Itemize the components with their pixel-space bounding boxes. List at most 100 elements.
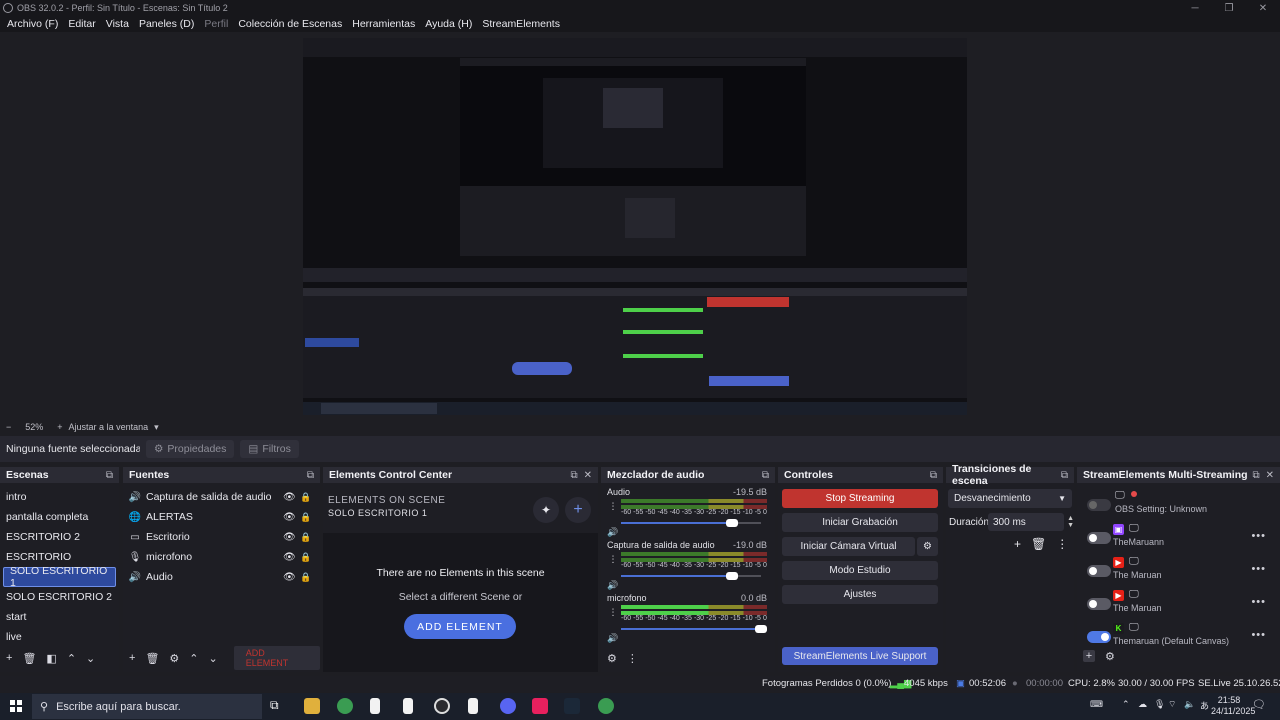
source-item[interactable]: ▭ Escritorio 👁 🔒: [123, 527, 320, 547]
program-preview[interactable]: [303, 38, 967, 415]
chrome-icon[interactable]: [337, 698, 353, 714]
magic-sparkle-icon[interactable]: ✦: [533, 497, 559, 523]
undock-icon[interactable]: ⧉: [762, 470, 769, 481]
more-options-icon[interactable]: •••: [1251, 596, 1266, 608]
visibility-eye-icon[interactable]: 👁: [283, 492, 297, 503]
channel-menu-icon[interactable]: ⋮: [607, 501, 619, 512]
zoom-out-button[interactable]: −: [6, 422, 11, 432]
more-options-icon[interactable]: •••: [1251, 563, 1266, 575]
task-view-icon[interactable]: ⧉: [270, 698, 286, 714]
output-toggle[interactable]: [1087, 532, 1111, 544]
scene-item[interactable]: SOLO ESCRITORIO 2: [0, 587, 119, 607]
ecc-add-element-button[interactable]: ADD ELEMENT: [404, 614, 516, 639]
undock-icon[interactable]: ⧉: [106, 470, 113, 481]
menu-help[interactable]: Ayuda (H): [420, 18, 477, 30]
scene-item[interactable]: pantalla completa: [0, 507, 119, 527]
discord-icon[interactable]: [500, 698, 516, 714]
undock-icon[interactable]: ⧉: [930, 470, 937, 481]
keyboard-icon[interactable]: ⌨: [1090, 699, 1103, 710]
mixer-menu-icon[interactable]: ⋮: [627, 652, 638, 665]
volume-slider[interactable]: [621, 518, 767, 528]
steam-icon[interactable]: [564, 698, 580, 714]
document-icon[interactable]: [403, 698, 413, 714]
taskbar-search-box[interactable]: ⚲ Escribe aquí para buscar.: [32, 694, 262, 719]
chrome-icon[interactable]: [598, 698, 614, 714]
remove-transition-icon[interactable]: 🗑: [1031, 537, 1046, 551]
zoom-dropdown-icon[interactable]: ▾: [154, 422, 159, 433]
undock-icon[interactable]: ⧉: [1061, 470, 1068, 481]
volume-slider[interactable]: [621, 624, 767, 634]
source-item[interactable]: 🔊 Audio 👁 🔒: [123, 567, 320, 587]
move-down-icon[interactable]: ⌄: [86, 652, 95, 665]
se-settings-icon[interactable]: ⚙: [1105, 650, 1115, 663]
settings-button[interactable]: Ajustes: [782, 585, 938, 604]
lock-icon[interactable]: 🔒: [300, 492, 314, 503]
move-up-icon[interactable]: ⌃: [189, 652, 198, 665]
lock-icon[interactable]: 🔒: [300, 572, 314, 583]
undock-icon[interactable]: ⧉: [1252, 470, 1259, 481]
close-window-button[interactable]: ✕: [1246, 3, 1280, 14]
add-scene-icon[interactable]: +: [6, 652, 12, 664]
clock[interactable]: 21:58 24/11/2025: [1211, 695, 1255, 717]
tray-overflow-icon[interactable]: ⌃: [1122, 699, 1130, 710]
channel-menu-icon[interactable]: ⋮: [607, 607, 619, 618]
source-item[interactable]: 🎙 microfono 👁 🔒: [123, 547, 320, 567]
visibility-eye-icon[interactable]: 👁: [283, 512, 297, 523]
start-recording-button[interactable]: Iniciar Grabación: [782, 513, 938, 532]
output-toggle[interactable]: [1087, 631, 1111, 643]
advanced-audio-icon[interactable]: ⚙: [607, 652, 617, 665]
start-virtual-camera-button[interactable]: Iniciar Cámara Virtual: [782, 537, 915, 556]
lock-icon[interactable]: 🔒: [300, 512, 314, 523]
add-output-icon[interactable]: +: [1083, 650, 1095, 662]
lock-icon[interactable]: 🔒: [300, 552, 314, 563]
menu-streamelements[interactable]: StreamElements: [477, 18, 565, 30]
filter-scene-icon[interactable]: ◧: [46, 652, 56, 665]
output-toggle[interactable]: [1087, 598, 1111, 610]
channel-menu-icon[interactable]: ⋮: [607, 554, 619, 565]
transition-select[interactable]: Desvanecimiento ▼: [948, 489, 1072, 508]
close-icon[interactable]: ✕: [1266, 470, 1274, 481]
properties-button[interactable]: ⚙ Propiedades: [146, 440, 235, 458]
language-icon[interactable]: あ: [1200, 699, 1209, 712]
visibility-eye-icon[interactable]: 👁: [283, 532, 297, 543]
lock-icon[interactable]: 🔒: [300, 532, 314, 543]
move-down-icon[interactable]: ⌄: [209, 652, 218, 665]
source-item[interactable]: 🔊 Captura de salida de audio 👁 🔒: [123, 487, 320, 507]
duration-input[interactable]: 300 ms ▲ ▼: [988, 513, 1074, 531]
add-transition-icon[interactable]: +: [1014, 537, 1021, 551]
add-element-button[interactable]: ADD ELEMENT: [233, 646, 320, 670]
visibility-eye-icon[interactable]: 👁: [283, 552, 297, 563]
maximize-button[interactable]: ❐: [1212, 3, 1246, 14]
more-options-icon[interactable]: •••: [1251, 530, 1266, 542]
document-icon[interactable]: [370, 698, 380, 714]
se-live-support-button[interactable]: StreamElements Live Support: [782, 647, 938, 665]
stop-streaming-button[interactable]: Stop Streaming: [782, 489, 938, 508]
obs-app-icon[interactable]: [434, 698, 450, 714]
menu-file[interactable]: Archivo (F): [2, 18, 63, 30]
virtual-camera-settings-icon[interactable]: ⚙: [917, 537, 938, 556]
scene-item[interactable]: live: [0, 627, 119, 647]
minimize-button[interactable]: ─: [1178, 3, 1212, 14]
more-options-icon[interactable]: •••: [1251, 629, 1266, 641]
menu-edit[interactable]: Editar: [63, 18, 100, 30]
speaker-mute-icon[interactable]: 🔊: [607, 580, 619, 591]
scene-item[interactable]: ESCRITORIO 2: [0, 527, 119, 547]
transition-menu-icon[interactable]: ⋮: [1056, 537, 1068, 551]
zoom-in-button[interactable]: +: [57, 422, 62, 432]
windows-start-icon[interactable]: [10, 700, 22, 712]
tiktok-icon[interactable]: [532, 698, 548, 714]
add-element-plus-icon[interactable]: +: [565, 497, 591, 523]
file-explorer-icon[interactable]: [304, 698, 320, 714]
move-up-icon[interactable]: ⌃: [67, 652, 76, 665]
undock-icon[interactable]: ⧉: [307, 470, 314, 481]
add-source-icon[interactable]: +: [129, 652, 135, 664]
menu-scene-collection[interactable]: Colección de Escenas: [233, 18, 347, 30]
speaker-mute-icon[interactable]: 🔊: [607, 633, 619, 644]
speaker-mute-icon[interactable]: 🔊: [607, 527, 619, 538]
undock-icon[interactable]: ⧉: [570, 470, 577, 481]
scene-item-selected[interactable]: SOLO ESCRITORIO 1: [3, 565, 116, 589]
menu-view[interactable]: Vista: [101, 18, 134, 30]
source-settings-icon[interactable]: ⚙: [169, 652, 179, 665]
menu-docks[interactable]: Paneles (D): [134, 18, 199, 30]
document-icon[interactable]: [468, 698, 478, 714]
